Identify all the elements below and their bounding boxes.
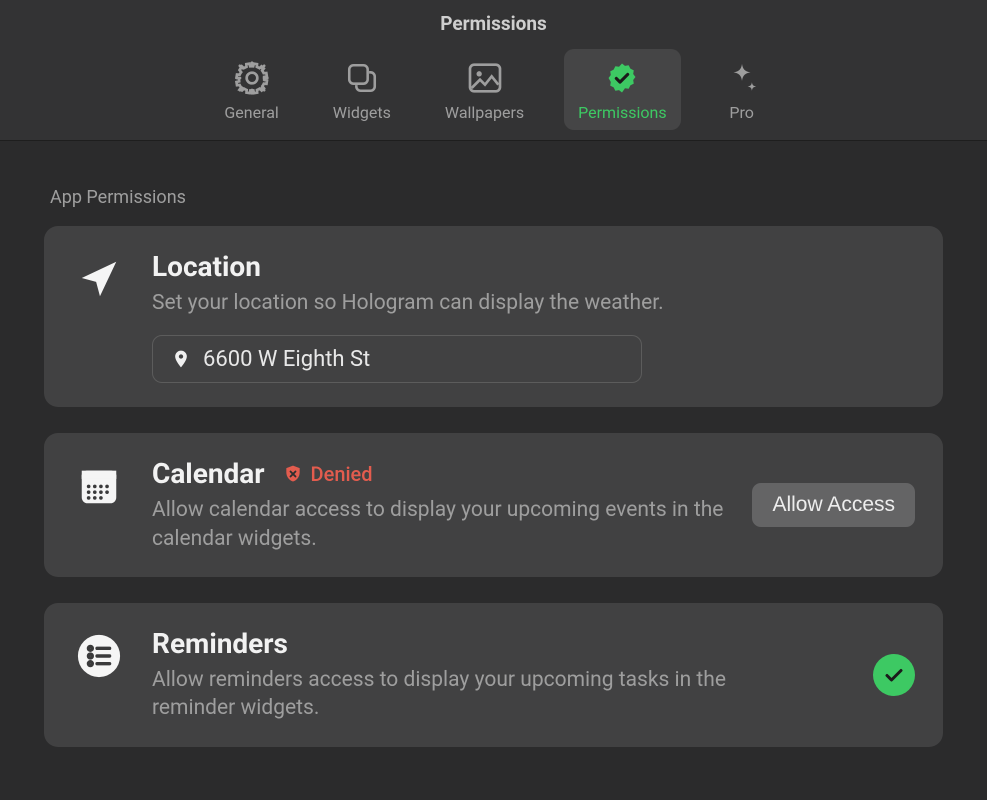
location-card: Location Set your location so Hologram c… [44, 226, 943, 407]
checkmark-icon [873, 654, 915, 696]
allow-access-button[interactable]: Allow Access [752, 483, 915, 527]
reminders-icon [72, 629, 126, 683]
calendar-title: Calendar [152, 457, 265, 490]
location-field[interactable]: 6600 W Eighth St [152, 335, 642, 383]
tab-pro[interactable]: Pro [707, 49, 777, 130]
location-arrow-icon [72, 252, 126, 306]
tab-general-label: General [224, 103, 278, 122]
tab-general[interactable]: General [210, 49, 292, 130]
tab-permissions[interactable]: Permissions [564, 49, 680, 130]
tab-wallpapers-label: Wallpapers [445, 103, 524, 122]
content: App Permissions Location Set your locati… [0, 141, 987, 747]
location-title: Location [152, 250, 261, 283]
gear-icon [232, 59, 272, 97]
pin-icon [171, 346, 191, 372]
section-heading: App Permissions [50, 187, 943, 208]
image-icon [465, 59, 505, 97]
reminders-card: Reminders Allow reminders access to disp… [44, 603, 943, 747]
tab-widgets-label: Widgets [333, 103, 391, 122]
verified-icon [605, 59, 639, 97]
calendar-icon [72, 459, 126, 513]
location-value: 6600 W Eighth St [203, 347, 370, 372]
toolbar: Permissions General Widgets [0, 0, 987, 141]
denied-shield-icon [283, 464, 303, 484]
tabs: General Widgets Wallpapers [0, 49, 987, 140]
sparkle-icon [725, 59, 759, 97]
widgets-icon [345, 59, 379, 97]
tab-widgets[interactable]: Widgets [319, 49, 405, 130]
window-title: Permissions [0, 12, 987, 35]
reminders-description: Allow reminders access to display your u… [152, 666, 742, 723]
calendar-status: Denied [283, 462, 373, 486]
tab-wallpapers[interactable]: Wallpapers [431, 49, 538, 130]
reminders-title: Reminders [152, 627, 288, 660]
calendar-status-label: Denied [311, 462, 373, 486]
calendar-card: Calendar Denied Allow calendar access to… [44, 433, 943, 577]
location-description: Set your location so Hologram can displa… [152, 289, 742, 317]
tab-pro-label: Pro [729, 103, 753, 122]
calendar-description: Allow calendar access to display your up… [152, 496, 726, 553]
reminders-status-granted [873, 654, 915, 696]
tab-permissions-label: Permissions [578, 103, 666, 122]
